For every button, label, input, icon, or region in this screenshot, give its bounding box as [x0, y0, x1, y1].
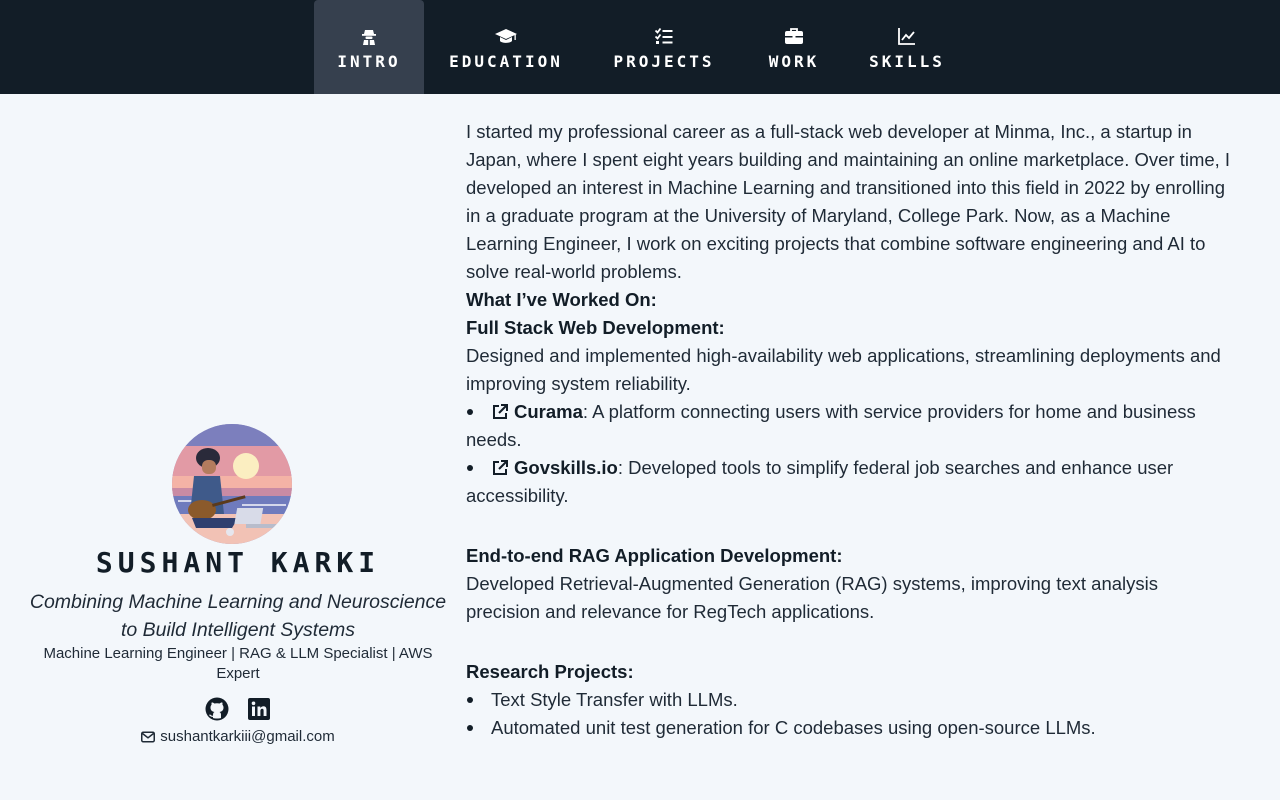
fullstack-description: Designed and implemented high-availabili…: [466, 345, 1221, 394]
profile-role: Machine Learning Engineer | RAG & LLM Sp…: [43, 645, 433, 682]
nav-item-education[interactable]: Education: [440, 0, 572, 94]
intro-content: I started my professional career as a fu…: [466, 118, 1236, 774]
rag-title: End-to-end RAG Application Development:: [466, 545, 843, 566]
nav-label-skills: Skills: [869, 52, 945, 71]
govskills-link-label: Govskills.io: [514, 457, 618, 478]
social-links: [20, 697, 456, 721]
nav-label-intro: Intro: [337, 52, 401, 71]
fullstack-title: Full Stack Web Development:: [466, 317, 725, 338]
research-title: Research Projects:: [466, 661, 634, 682]
nav-item-projects[interactable]: Projects: [602, 0, 726, 94]
govskills-link[interactable]: Govskills.io: [491, 457, 618, 478]
rag-description: Developed Retrieval-Augmented Generation…: [466, 573, 1158, 622]
nav-item-work[interactable]: Work: [756, 0, 832, 94]
github-icon[interactable]: [205, 697, 229, 721]
briefcase-icon: [785, 28, 803, 44]
list-item: Curama: A platform connecting users with…: [466, 398, 1236, 454]
worked-on-heading: What I’ve Worked On:: [466, 289, 657, 310]
curama-link[interactable]: Curama: [491, 401, 583, 422]
curama-link-label: Curama: [514, 401, 583, 422]
profile-tagline: Combining Machine Learning and Neuroscie…: [29, 591, 447, 641]
email-address[interactable]: sushantkarkiii@gmail.com: [160, 728, 334, 745]
avatar-illustration: [172, 424, 292, 544]
avatar: [172, 424, 292, 544]
profile-name: Sushant Karki: [95, 546, 381, 579]
external-link-icon: [493, 460, 508, 475]
nav-item-skills[interactable]: Skills: [862, 0, 952, 94]
graduation-cap-icon: [495, 29, 517, 43]
linkedin-icon[interactable]: [247, 697, 271, 721]
nav-label-work: Work: [768, 52, 820, 71]
fullstack-section: Full Stack Web Development: Designed and…: [466, 314, 1236, 510]
external-link-icon: [493, 404, 508, 419]
envelope-icon: [141, 731, 156, 742]
nav-item-intro[interactable]: Intro: [314, 0, 424, 94]
research-section: Research Projects: Text Style Transfer w…: [466, 658, 1236, 742]
profile-panel: Sushant Karki Combining Machine Learning…: [20, 94, 456, 800]
list-item: Text Style Transfer with LLMs.: [466, 686, 1236, 714]
fullstack-project-list: Curama: A platform connecting users with…: [466, 398, 1236, 510]
list-item: Automated unit test generation for C cod…: [466, 714, 1236, 742]
chart-line-icon: [898, 28, 915, 45]
user-secret-icon: [362, 30, 376, 45]
top-navigation: Intro Education Projects Work: [0, 0, 1280, 94]
rag-section: End-to-end RAG Application Development: …: [466, 542, 1236, 626]
nav-label-education: Education: [449, 52, 563, 71]
intro-paragraph: I started my professional career as a fu…: [466, 121, 1231, 282]
list-check-icon: [655, 27, 673, 44]
research-list: Text Style Transfer with LLMs. Automated…: [466, 686, 1236, 742]
nav-label-projects: Projects: [613, 52, 715, 71]
email-row[interactable]: sushantkarkiii@gmail.com: [20, 728, 456, 745]
list-item: Govskills.io: Developed tools to simplif…: [466, 454, 1236, 510]
